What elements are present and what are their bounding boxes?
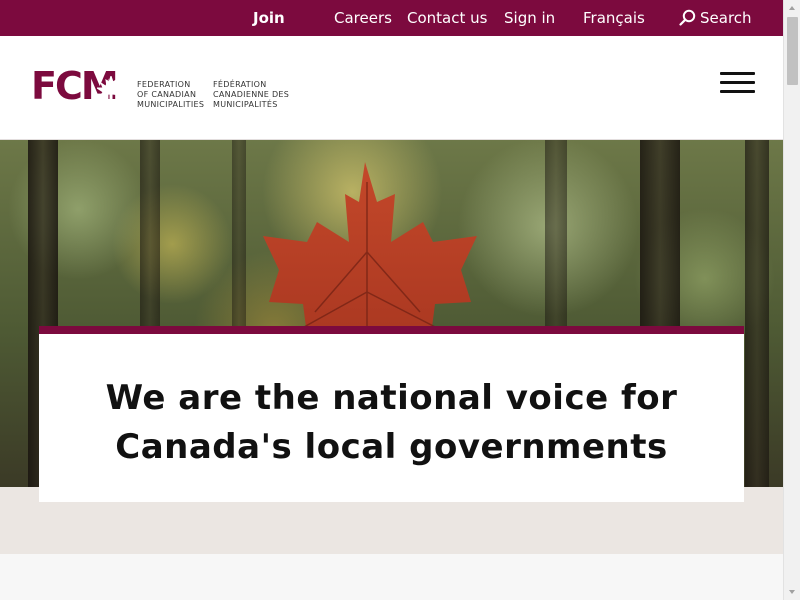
vertical-scrollbar[interactable] <box>783 0 800 600</box>
tree-trunk <box>745 140 769 487</box>
contact-link[interactable]: Contact us <box>407 9 487 27</box>
language-toggle[interactable]: Français <box>583 9 645 27</box>
logo-fr-line: FÉDÉRATION <box>213 80 267 89</box>
careers-link[interactable]: Careers <box>334 9 392 27</box>
fcm-logo[interactable]: FCM FEDERATION OF CANADIAN MUNICIPALITIE… <box>31 67 291 110</box>
scroll-up-arrow-icon[interactable] <box>784 0 800 16</box>
scroll-down-arrow-icon[interactable] <box>784 584 800 600</box>
scrollbar-thumb[interactable] <box>787 17 798 85</box>
sign-in-link[interactable]: Sign in <box>504 9 555 27</box>
search-icon <box>679 9 696 26</box>
page: Join Careers Contact us Sign in Français… <box>0 0 783 600</box>
logo-maple-leaf-icon <box>97 76 125 102</box>
logo-en-line: OF CANADIAN <box>137 90 197 99</box>
search-label: Search <box>700 9 752 27</box>
hero-title-line: Canada's local governments <box>115 427 668 467</box>
hero-title: We are the national voice for Canada's l… <box>39 374 744 472</box>
utility-bar: Join Careers Contact us Sign in Français… <box>0 0 783 36</box>
content-area <box>0 554 783 600</box>
logo-en-line: MUNICIPALITIES <box>137 100 205 109</box>
hero-title-line: We are the national voice for <box>105 378 678 418</box>
site-header: FCM FEDERATION OF CANADIAN MUNICIPALITIE… <box>0 36 783 140</box>
logo-fr-line: MUNICIPALITÉS <box>213 100 278 109</box>
logo-fr-line: CANADIENNE DES <box>213 90 290 99</box>
hamburger-menu-icon[interactable] <box>720 72 756 96</box>
search-button[interactable]: Search <box>679 9 752 27</box>
hero-card: We are the national voice for Canada's l… <box>39 326 744 502</box>
logo-en-line: FEDERATION <box>137 80 191 89</box>
join-link[interactable]: Join <box>253 9 285 27</box>
logo-text-english: FEDERATION OF CANADIAN MUNICIPALITIES <box>137 80 204 110</box>
logo-text-french: FÉDÉRATION CANADIENNE DES MUNICIPALITÉS <box>213 80 289 110</box>
